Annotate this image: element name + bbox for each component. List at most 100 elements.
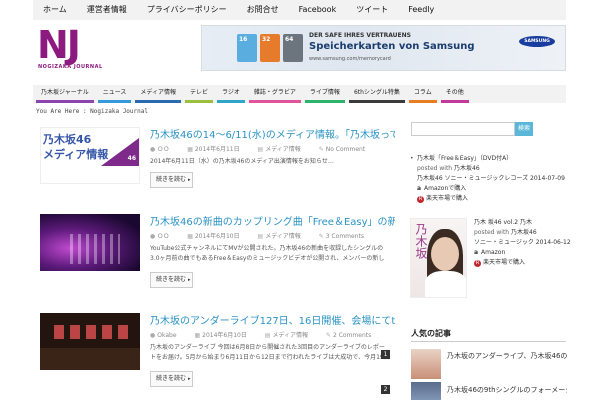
thumb-poster <box>86 325 96 339</box>
post-meta: ● ＯＯ ▦ 2014年6月10日 ▤ メディア情報 ✎ 3 Comments <box>150 231 380 240</box>
posted-with-name: 乃木坂46 <box>454 165 480 172</box>
cat-column[interactable]: コラム <box>408 85 437 103</box>
post-author[interactable]: ＯＯ <box>157 146 169 153</box>
post-date: 2014年6月11日 <box>194 146 240 153</box>
topnav-tweet[interactable]: ツイート <box>346 0 398 20</box>
site-logo[interactable]: NJ NOGIZAKA JOURNAL <box>37 23 107 75</box>
product-detail: 乃木坂46 ソニー・ミュージックレコーズ 2014-07-09 <box>417 175 565 182</box>
arrow-right-icon: ▸ <box>188 177 191 183</box>
cat-media[interactable]: メディア情報 <box>135 85 181 103</box>
cat-radio[interactable]: ラジオ <box>217 85 245 103</box>
post-category[interactable]: メディア情報 <box>265 233 301 240</box>
topnav-contact[interactable]: お問合せ <box>237 0 289 20</box>
cat-other[interactable]: その他 <box>440 85 469 103</box>
read-more-label: 続きを読む <box>156 375 187 382</box>
thumb-figures <box>70 234 120 264</box>
post-index-badge: 1 <box>381 350 390 359</box>
post-thumbnail[interactable] <box>40 313 140 370</box>
post-author[interactable]: Okabe <box>157 332 176 339</box>
topnav-home[interactable]: ホーム <box>33 0 77 20</box>
popular-link[interactable]: 乃木坂46の9thシングルのフォーメーション。乃木坂46の選抜 <box>447 385 567 395</box>
post-index-badge: 2 <box>381 385 390 394</box>
topnav-about[interactable]: 運営者情報 <box>77 0 137 20</box>
thumb-badge: 46 <box>127 155 136 162</box>
post-thumbnail[interactable] <box>40 214 140 271</box>
post-comments[interactable]: 2 Comments <box>333 332 371 339</box>
calendar-icon: ▦ <box>187 233 193 240</box>
popular-heading: 人気の記事 <box>411 329 451 338</box>
calendar-icon: ▦ <box>187 146 193 153</box>
post-meta: ● Okabe ▦ 2014年6月10日 ▤ メディア情報 ✎ 2 Comments <box>150 330 387 339</box>
post-excerpt: 乃木坂のアンダーライブ 今回は6月8日から開催された3回目のアンダーライブのレポ… <box>150 344 390 361</box>
post-author[interactable]: ＯＯ <box>157 233 169 240</box>
search-button[interactable]: 検索 <box>515 122 533 136</box>
read-more-button[interactable]: 続きを読む ▸ <box>150 172 193 188</box>
cat-tv[interactable]: テレビ <box>185 85 214 103</box>
thumb-poster <box>54 325 64 339</box>
post-category[interactable]: メディア情報 <box>272 332 308 339</box>
topnav-privacy[interactable]: プライバシーポリシー <box>137 0 237 20</box>
folder-icon: ▤ <box>257 233 264 240</box>
topnav-facebook[interactable]: Facebook <box>289 0 347 20</box>
read-more-button[interactable]: 続きを読む ▸ <box>150 272 193 288</box>
popular-thumbnail[interactable] <box>411 349 441 379</box>
rakuten-link[interactable]: 楽天市場で購入 <box>483 259 525 266</box>
bullet-icon: • <box>410 155 414 162</box>
read-more-button[interactable]: 続きを読む ▸ <box>150 371 193 387</box>
cat-6th-single[interactable]: 6thシングル特集 <box>348 85 405 103</box>
read-more-label: 続きを読む <box>156 276 187 283</box>
posted-with-name: 乃木坂46 <box>511 229 537 236</box>
product-title[interactable]: 乃木坂「Free＆Easy」（DVD付A） <box>417 155 512 162</box>
memory-card-64: 64 <box>283 34 303 62</box>
posted-with-label: posted with <box>417 165 453 172</box>
post-category[interactable]: メディア情報 <box>265 146 301 153</box>
banner-url: www.samsung.com/memorycard <box>309 56 391 62</box>
post-date: 2014年6月10日 <box>194 233 240 240</box>
ad-banner[interactable]: 16 32 64 DER SAFE IHRES VERTRAUENS Speic… <box>201 25 566 71</box>
post-comments[interactable]: No Comment <box>326 146 365 153</box>
top-nav: ホーム 運営者情報 プライバシーポリシー お問合せ Facebook ツイート … <box>33 0 566 20</box>
author-icon: ● <box>150 146 156 153</box>
post-meta: ● ＯＯ ▦ 2014年6月11日 ▤ メディア情報 ✎ No Comment <box>150 144 381 153</box>
cover-title: 乃木坂 <box>414 223 428 259</box>
amazon-link[interactable]: Amazon <box>481 249 505 256</box>
logo-mark: NJ <box>37 23 81 67</box>
banner-headline: Speicherkarten von Samsung <box>309 41 475 52</box>
cat-magazine[interactable]: 雑誌・グラビア <box>248 85 301 103</box>
cat-news[interactable]: ニュース <box>97 85 132 103</box>
post-title[interactable]: 乃木坂46の14～6/11(水)のメディア情報。「乃木坂って640回」R」ほか <box>150 126 395 141</box>
popular-thumbnail[interactable] <box>411 382 441 400</box>
memory-card-32: 32 <box>260 34 280 62</box>
cover-face <box>431 237 459 271</box>
rakuten-link[interactable]: 楽天市場で購入 <box>426 195 468 202</box>
thumb-poster <box>102 325 112 339</box>
cover-dress <box>425 271 466 297</box>
book-cover[interactable]: 乃木坂 <box>410 218 467 298</box>
post-comments[interactable]: 3 Comments <box>326 233 364 240</box>
thumb-poster <box>118 325 128 339</box>
cat-journal[interactable]: 乃木坂ジャーナル <box>36 85 94 103</box>
folder-icon: ▤ <box>257 146 264 153</box>
post-title[interactable]: 乃木坂のアンダーライブ127日、16日開催、会場にてtrois第13弾展示会を実… <box>150 312 395 327</box>
comment-icon: ✎ <box>325 332 331 339</box>
samsung-logo: SAMSUNG <box>519 36 555 47</box>
topnav-feedly[interactable]: Feedly <box>398 0 444 20</box>
popular-link[interactable]: 乃木坂のアンダーライブ、乃木坂46の地方放送終了 3日 <box>447 351 567 361</box>
search-input[interactable] <box>411 122 515 136</box>
thumb-floor <box>40 348 140 370</box>
rakuten-icon: R <box>474 260 481 267</box>
thumb-poster <box>70 325 80 339</box>
amazon-link[interactable]: Amazonで購入 <box>424 185 466 192</box>
author-icon: ● <box>150 233 156 240</box>
comment-icon: ✎ <box>318 146 324 153</box>
category-nav: 乃木坂ジャーナル ニュース メディア情報 テレビ ラジオ 雑誌・グラビア ライブ… <box>33 85 566 103</box>
thumb-text-line2: メディア情報 <box>43 148 109 161</box>
thumb-text-line1: 乃木坂46 <box>43 133 92 146</box>
post-title[interactable]: 乃木坂46の新曲のカップリング曲「Free＆Easy」の新しいMVが公開 <box>150 213 395 228</box>
cat-live[interactable]: ライブ情報 <box>304 85 345 103</box>
product-title[interactable]: 乃木 坂46 vol.2 乃木 <box>474 218 571 228</box>
divider <box>411 341 566 342</box>
post-date: 2014年6月10日 <box>202 332 247 339</box>
post-thumbnail[interactable]: 乃木坂46 メディア情報 46 <box>40 127 140 184</box>
posted-with-label: posted with <box>474 229 510 236</box>
